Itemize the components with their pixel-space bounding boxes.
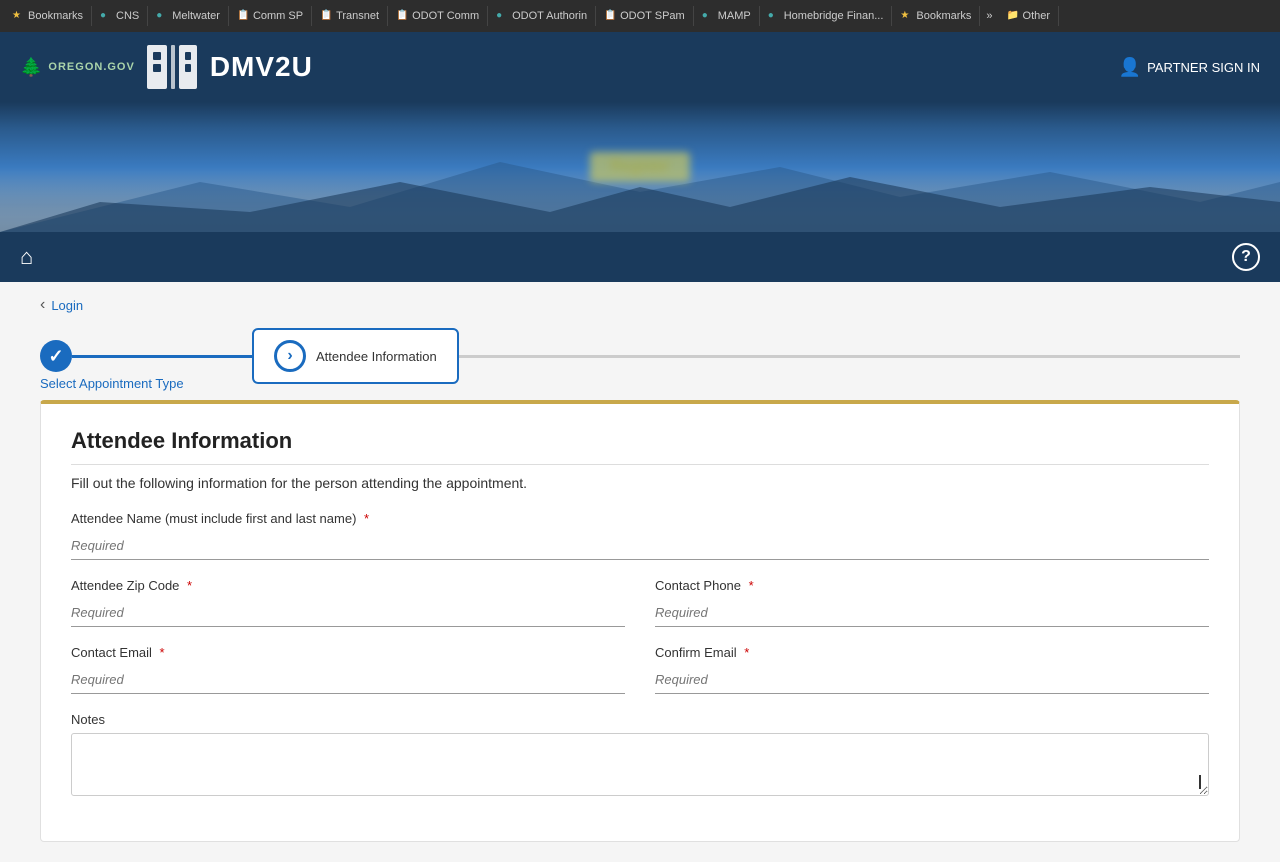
zip-code-group: Attendee Zip Code * (71, 578, 625, 627)
main-content: ‹ Login ✓ › Attendee Information Select … (20, 282, 1260, 842)
zip-label: Attendee Zip Code * (71, 578, 625, 593)
globe-icon: ● (100, 10, 112, 22)
oregon-logo: 🌲 OREGON.GOV (20, 57, 135, 78)
notes-group: Notes (71, 712, 1209, 799)
coin-icon: ● (496, 10, 508, 22)
bookmark-icon: 📋 (604, 10, 616, 22)
breadcrumb-login-link[interactable]: Login (51, 298, 83, 313)
tab-mamp[interactable]: ● MAMP (694, 6, 760, 26)
home-icon[interactable]: ⌂ (20, 244, 33, 270)
notes-textarea[interactable] (71, 733, 1209, 796)
email-row: Contact Email * Confirm Email * (71, 645, 1209, 712)
help-icon[interactable]: ? (1232, 243, 1260, 271)
confirm-email-label: Confirm Email * (655, 645, 1209, 660)
tab-bookmarks1[interactable]: ★ Bookmarks (4, 6, 92, 26)
step1-container: ✓ (40, 340, 72, 372)
attendee-info-form: Attendee Information Fill out the follow… (40, 400, 1240, 842)
person-icon: 👤 (1119, 57, 1141, 78)
step1-label: Select Appointment Type (40, 376, 184, 391)
globe-icon: ● (768, 10, 780, 22)
attendee-zip-input[interactable] (71, 599, 625, 627)
step2-container: › Attendee Information (252, 328, 459, 384)
step1-circle: ✓ (40, 340, 72, 372)
nav-bar: ⌂ ? (0, 232, 1280, 282)
tree-icon: 🌲 (20, 57, 42, 78)
bookmark-icon: 📋 (237, 10, 249, 22)
attendee-name-label: Attendee Name (must include first and la… (71, 511, 1209, 526)
attendee-name-group: Attendee Name (must include first and la… (71, 511, 1209, 560)
tab-homebridge[interactable]: ● Homebridge Finan... (760, 6, 893, 26)
browser-tab-bar: ★ Bookmarks ● CNS ● Meltwater 📋 Comm SP … (0, 0, 1280, 32)
contact-phone-input[interactable] (655, 599, 1209, 627)
contact-email-input[interactable] (71, 666, 625, 694)
globe-icon: ● (702, 10, 714, 22)
confirm-email-input[interactable] (655, 666, 1209, 694)
form-title: Attendee Information (71, 428, 1209, 465)
contact-email-group: Contact Email * (71, 645, 625, 694)
contact-phone-label: Contact Phone * (655, 578, 1209, 593)
site-header: 🌲 OREGON.GOV DMV2U 👤 PARTNER SIGN IN (0, 32, 1280, 102)
tab-odotauth[interactable]: ● ODOT Authorin (488, 6, 596, 26)
bookmark-icon: 📁 (1007, 10, 1019, 22)
tab-odotcomm[interactable]: 📋 ODOT Comm (388, 6, 488, 26)
tab-bookmarks2[interactable]: ★ Bookmarks (892, 6, 980, 26)
hero-blurred-label: Register (590, 152, 690, 182)
stepper-connector-2 (459, 355, 1240, 358)
contact-phone-group: Contact Phone * (655, 578, 1209, 627)
more-tabs-button[interactable]: » (980, 6, 998, 26)
breadcrumb[interactable]: ‹ Login (40, 282, 1240, 328)
attendee-name-input[interactable] (71, 532, 1209, 560)
site-logo: 🌲 OREGON.GOV DMV2U (20, 40, 313, 95)
required-asterisk: * (364, 511, 369, 526)
tab-meltwater[interactable]: ● Meltwater (148, 6, 229, 26)
contact-email-label: Contact Email * (71, 645, 625, 660)
hero-banner: Register (0, 102, 1280, 232)
tab-commsp[interactable]: 📋 Comm SP (229, 6, 312, 26)
dmv-icon (145, 40, 200, 95)
step2-label: Attendee Information (316, 349, 437, 364)
required-asterisk: * (187, 578, 192, 593)
back-arrow-icon: ‹ (40, 296, 45, 314)
tab-other[interactable]: 📁 Other (999, 6, 1060, 26)
star-icon: ★ (12, 10, 24, 22)
required-asterisk: * (160, 645, 165, 660)
tab-cns[interactable]: ● CNS (92, 6, 148, 26)
partner-sign-in-link[interactable]: 👤 PARTNER SIGN IN (1119, 57, 1260, 78)
tab-odotspam[interactable]: 📋 ODOT SPam (596, 6, 694, 26)
bookmark-icon: 📋 (396, 10, 408, 22)
stepper-connector-1 (72, 355, 252, 358)
form-description: Fill out the following information for t… (71, 475, 1209, 491)
cursor-indicator (1199, 775, 1201, 789)
bookmark-icon: 📋 (320, 10, 332, 22)
required-asterisk: * (744, 645, 749, 660)
notes-input-wrapper (71, 733, 1209, 799)
tab-transnet[interactable]: 📋 Transnet (312, 6, 388, 26)
required-asterisk: * (749, 578, 754, 593)
star-icon: ★ (900, 10, 912, 22)
confirm-email-group: Confirm Email * (655, 645, 1209, 694)
zip-phone-row: Attendee Zip Code * Contact Phone * (71, 578, 1209, 645)
step2-circle: › (274, 340, 306, 372)
progress-stepper: ✓ › Attendee Information Select Appointm… (40, 328, 1240, 384)
globe-icon: ● (156, 10, 168, 22)
